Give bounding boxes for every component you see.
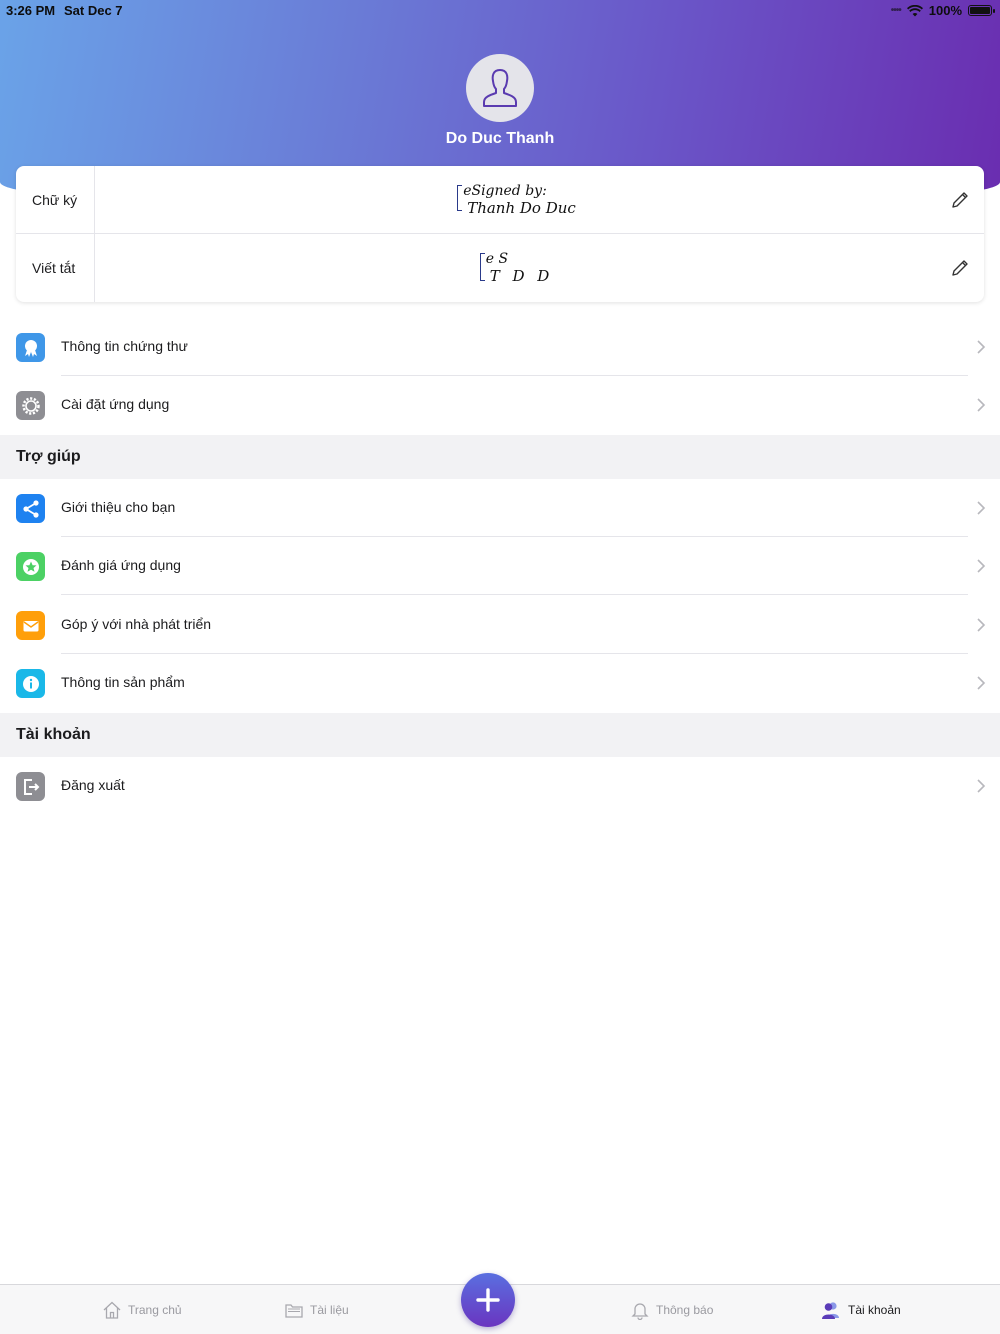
tab-home[interactable]: Trang chủ (102, 1285, 182, 1334)
tab-label: Thông báo (656, 1303, 714, 1317)
section-title: Tài khoản (16, 726, 91, 743)
menu-item-logout[interactable]: Đăng xuất (0, 757, 1000, 815)
signature-image: eSigned by: Thanh Do Duc (457, 183, 576, 217)
folder-icon (285, 1304, 303, 1318)
menu-item-certificate-info[interactable]: Thông tin chứng thư (0, 318, 1000, 376)
separator (61, 594, 968, 595)
add-fab-button[interactable] (461, 1273, 515, 1327)
star-icon (16, 552, 45, 581)
initials-row[interactable]: Viết tắt e S T D D (16, 234, 984, 302)
logout-icon (16, 772, 45, 801)
chevron-right-icon (977, 618, 986, 632)
menu-label: Thông tin chứng thư (61, 338, 188, 354)
battery-icon (968, 5, 995, 16)
menu-label: Thông tin sản phẩm (61, 674, 185, 690)
menu-label: Góp ý với nhà phát triển (61, 616, 212, 632)
plus-icon (476, 1288, 500, 1312)
section-title: Trợ giúp (16, 448, 81, 465)
tab-account[interactable]: Tài khoản (820, 1285, 901, 1334)
initials-image: e S T D D (479, 251, 554, 285)
edit-signature-pencil-icon[interactable] (950, 190, 970, 210)
bell-icon (631, 1303, 649, 1320)
signature-line-1: eSigned by: (463, 183, 547, 199)
signature-row[interactable]: Chữ ký eSigned by: Thanh Do Duc (16, 166, 984, 234)
chevron-right-icon (977, 398, 986, 412)
initials-preview: e S T D D (95, 234, 944, 302)
certificate-icon (16, 333, 45, 362)
signature-card: Chữ ký eSigned by: Thanh Do Duc Viết tắt… (16, 166, 984, 302)
chevron-right-icon (977, 501, 986, 515)
section-header-account: Tài khoản (0, 713, 1000, 757)
menu-label: Cài đặt ứng dụng (61, 396, 170, 412)
battery-percent: 100% (928, 3, 962, 18)
status-date: Sat Dec 7 (64, 3, 123, 18)
menu-label: Đăng xuất (61, 777, 125, 793)
section-header-help: Trợ giúp (0, 435, 1000, 479)
menu-item-share[interactable]: Giới thiệu cho bạn (0, 479, 1000, 537)
initials-label: Viết tắt (32, 260, 76, 276)
signal-dots-icon: •••• (890, 5, 902, 16)
chevron-right-icon (977, 559, 986, 573)
signature-label: Chữ ký (32, 192, 78, 208)
share-icon (16, 494, 45, 523)
status-time: 3:26 PM (6, 3, 56, 18)
info-icon (16, 669, 45, 698)
menu-item-product-info[interactable]: Thông tin sản phẩm (0, 654, 1000, 712)
tab-documents[interactable]: Tài liệu (284, 1285, 349, 1334)
edit-initials-pencil-icon[interactable] (950, 258, 970, 278)
account-icon (822, 1302, 839, 1319)
tab-label: Tài khoản (848, 1303, 901, 1317)
home-icon (103, 1301, 121, 1319)
profile-name: Do Duc Thanh (445, 130, 555, 147)
tab-label: Trang chủ (128, 1303, 182, 1317)
gear-icon (16, 391, 45, 420)
mail-icon (16, 611, 45, 640)
chevron-right-icon (977, 340, 986, 354)
signature-line-2: Thanh Do Duc (467, 199, 576, 217)
chevron-right-icon (977, 676, 986, 690)
menu-item-app-settings[interactable]: Cài đặt ứng dụng (0, 376, 1000, 434)
status-right: •••• 100% (890, 3, 995, 18)
avatar[interactable] (466, 54, 534, 122)
initials-line-2: T D D (489, 267, 554, 285)
tab-label: Tài liệu (310, 1303, 349, 1317)
status-bar: 3:26 PM Sat Dec 7 •••• 100% (0, 0, 1000, 20)
menu-label: Giới thiệu cho bạn (61, 499, 176, 515)
user-icon (483, 69, 517, 107)
initials-line-1: e S (485, 251, 509, 267)
menu-item-rate-app[interactable]: Đánh giá ứng dụng (0, 537, 1000, 595)
tab-notifications[interactable]: Thông báo (630, 1285, 713, 1334)
signature-preview: eSigned by: Thanh Do Duc (95, 166, 944, 234)
chevron-right-icon (977, 779, 986, 793)
wifi-icon (906, 4, 923, 16)
menu-item-feedback[interactable]: Góp ý với nhà phát triển (0, 596, 1000, 654)
menu-label: Đánh giá ứng dụng (61, 557, 181, 573)
